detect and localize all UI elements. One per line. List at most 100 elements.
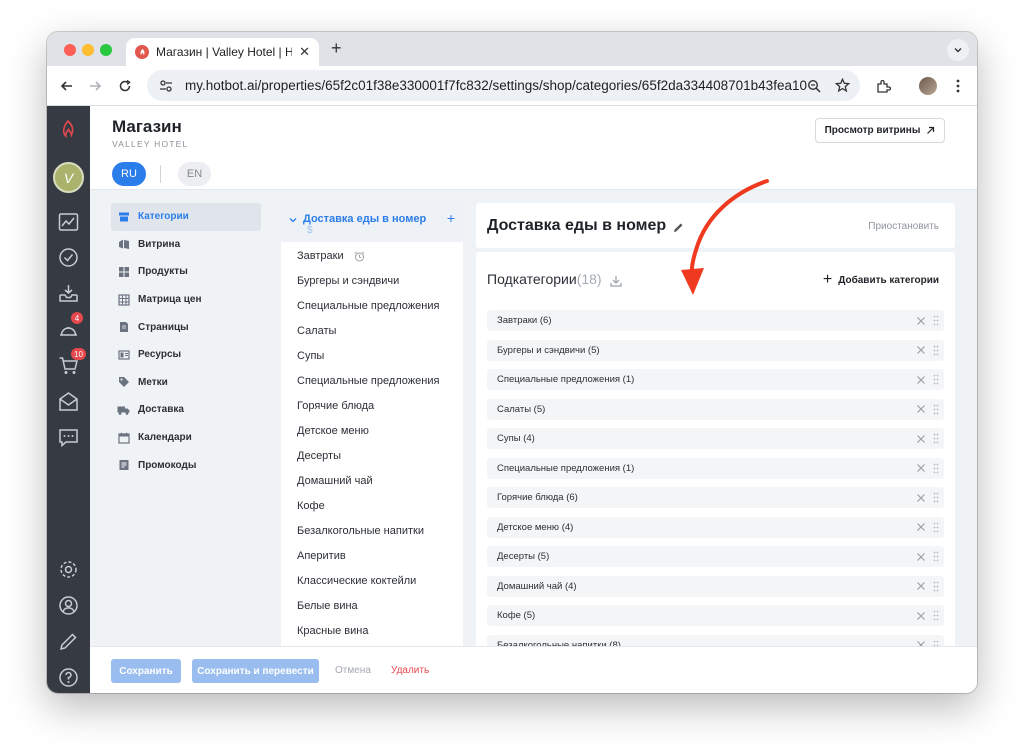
category-tree-item[interactable]: Классические коктейли [281, 569, 463, 594]
close-window-button[interactable] [64, 44, 76, 56]
account-icon[interactable] [57, 594, 80, 617]
drag-handle-icon[interactable] [932, 433, 940, 445]
remove-x-icon[interactable] [914, 521, 927, 534]
pen-icon[interactable] [57, 630, 80, 653]
drag-handle-icon[interactable] [932, 492, 940, 504]
subcategory-row[interactable]: Десерты (5) [487, 546, 944, 567]
language-en-button[interactable]: EN [178, 162, 211, 186]
menu-item-showcase[interactable]: Витрина [111, 231, 261, 259]
language-ru-button[interactable]: RU [112, 162, 146, 186]
menu-item-pages[interactable]: Страницы [111, 313, 261, 341]
back-button[interactable] [56, 75, 78, 97]
remove-x-icon[interactable] [914, 462, 927, 475]
chevron-down-icon[interactable] [289, 216, 297, 224]
remove-x-icon[interactable] [914, 432, 927, 445]
subcategory-row[interactable]: Горячие блюда (6) [487, 487, 944, 508]
tab-close-icon[interactable]: ✕ [299, 44, 310, 60]
category-tree-item[interactable]: Белые вина [281, 594, 463, 619]
subcategory-row[interactable]: Детское меню (4) [487, 516, 944, 538]
drag-handle-icon[interactable] [932, 315, 940, 327]
subcategory-row[interactable]: Домашний чай (4) [487, 575, 944, 597]
menu-item-price-matrix[interactable]: Матрица цен [111, 286, 261, 314]
browser-tab[interactable]: Магазин | Valley Hotel | Hotbot ✕ [126, 38, 319, 66]
flame-logo-icon[interactable] [59, 119, 77, 145]
subcategory-row[interactable]: Супы (4) [487, 428, 944, 449]
remove-x-icon[interactable] [914, 403, 927, 416]
drag-handle-icon[interactable] [932, 374, 940, 386]
tab-search-button[interactable] [947, 39, 969, 61]
menu-item-promocodes[interactable]: Промокоды [111, 451, 261, 479]
address-bar[interactable]: my.hotbot.ai/properties/65f2c01f38e33000… [147, 70, 860, 101]
reload-button[interactable] [114, 75, 136, 97]
category-tree-item[interactable]: Десерты [281, 444, 463, 469]
new-tab-button[interactable]: + [331, 38, 342, 59]
suspend-button[interactable]: Приостановить [868, 221, 939, 232]
menu-item-products[interactable]: Продукты [111, 258, 261, 286]
download-icon[interactable] [610, 274, 622, 292]
add-subcategory-icon[interactable]: + [447, 211, 455, 225]
category-tree-item[interactable]: Красные вина [281, 619, 463, 644]
drag-handle-icon[interactable] [932, 521, 940, 533]
analytics-icon[interactable] [57, 210, 80, 233]
subcategory-row[interactable]: Кофе (5) [487, 605, 944, 626]
subcategory-row[interactable]: Специальные предложения (1) [487, 457, 944, 479]
chat-icon[interactable] [57, 426, 80, 449]
help-icon[interactable] [57, 666, 80, 689]
save-and-translate-button[interactable]: Сохранить и перевести [192, 659, 319, 683]
category-tree-item[interactable]: Аперитив [281, 544, 463, 569]
subcategory-row[interactable]: Салаты (5) [487, 398, 944, 420]
menu-item-delivery[interactable]: Доставка [111, 396, 261, 424]
save-button[interactable]: Сохранить [111, 659, 181, 683]
subcategory-row[interactable]: Завтраки (6) [487, 310, 944, 331]
profile-button[interactable] [917, 75, 939, 97]
category-tree-item[interactable]: Салаты [281, 319, 463, 344]
remove-x-icon[interactable] [914, 609, 927, 622]
drag-handle-icon[interactable] [932, 403, 940, 415]
browser-menu-button[interactable] [947, 75, 969, 97]
remove-x-icon[interactable] [914, 491, 927, 504]
minimize-window-button[interactable] [82, 44, 94, 56]
menu-item-calendars[interactable]: Календари [111, 424, 261, 452]
property-avatar[interactable]: V [53, 162, 84, 193]
extensions-button[interactable] [872, 75, 894, 97]
category-tree-item[interactable]: Специальные предложения [281, 294, 463, 319]
remove-x-icon[interactable] [914, 550, 927, 563]
category-tree-item[interactable]: Специальные предложения [281, 369, 463, 394]
drag-handle-icon[interactable] [932, 580, 940, 592]
category-tree-item[interactable]: Кофе [281, 494, 463, 519]
category-tree-item[interactable]: Завтраки [281, 244, 463, 269]
preview-storefront-button[interactable]: Просмотр витрины [815, 118, 945, 143]
remove-x-icon[interactable] [914, 314, 927, 327]
inbox-icon[interactable] [57, 282, 80, 305]
menu-item-tags[interactable]: Метки [111, 369, 261, 397]
bookmark-star-icon[interactable] [835, 78, 850, 93]
category-tree-item[interactable]: Домашний чай [281, 469, 463, 494]
forward-button[interactable] [84, 75, 106, 97]
url-text[interactable]: my.hotbot.ai/properties/65f2c01f38e33000… [185, 78, 807, 93]
category-tree-item[interactable]: Детское меню [281, 419, 463, 444]
category-tree-item[interactable]: Супы [281, 344, 463, 369]
subcategory-row[interactable]: Специальные предложения (1) [487, 369, 944, 390]
remove-x-icon[interactable] [914, 373, 927, 386]
category-tree-active-item[interactable]: Доставка еды в номер $ + [281, 203, 463, 242]
tasks-icon[interactable] [57, 246, 80, 269]
mail-icon[interactable] [57, 390, 80, 413]
cancel-button[interactable]: Отмена [335, 665, 371, 676]
delete-button[interactable]: Удалить [391, 665, 429, 676]
subcategory-row[interactable]: Бургеры и сэндвичи (5) [487, 339, 944, 361]
settings-icon[interactable] [57, 558, 80, 581]
add-category-button[interactable]: + Добавить категории [823, 271, 939, 289]
drag-handle-icon[interactable] [932, 551, 940, 563]
site-settings-icon[interactable] [157, 77, 175, 95]
drag-handle-icon[interactable] [932, 462, 940, 474]
edit-pencil-icon[interactable] [673, 220, 684, 238]
menu-item-categories[interactable]: Категории [111, 203, 261, 231]
drag-handle-icon[interactable] [932, 610, 940, 622]
remove-x-icon[interactable] [914, 344, 927, 357]
category-tree-item[interactable]: Бургеры и сэндвичи [281, 269, 463, 294]
category-tree-item[interactable]: Горячие блюда [281, 394, 463, 419]
drag-handle-icon[interactable] [932, 344, 940, 356]
zoom-window-button[interactable] [100, 44, 112, 56]
remove-x-icon[interactable] [914, 580, 927, 593]
menu-item-resources[interactable]: Ресурсы [111, 341, 261, 369]
